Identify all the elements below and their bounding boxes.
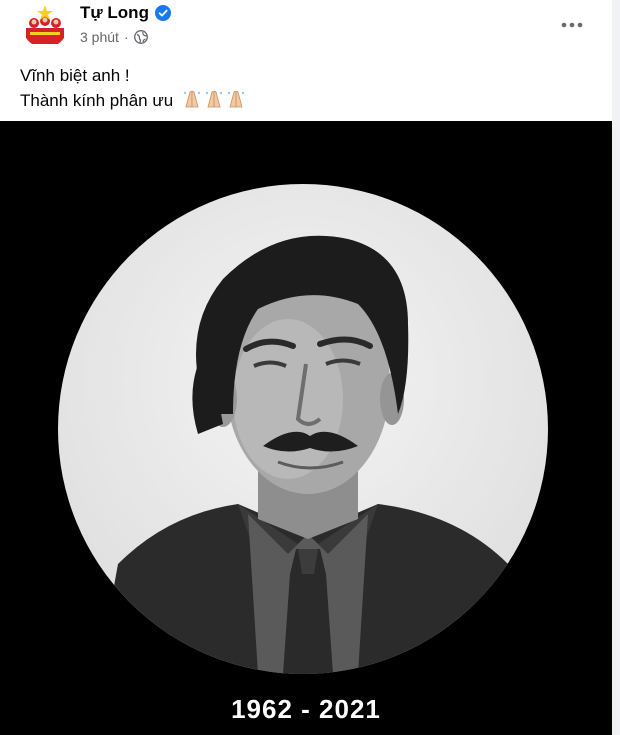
avatar-image (22, 2, 68, 48)
post-photo[interactable]: 1962 - 2021 (0, 121, 612, 735)
meta-separator: · (123, 29, 129, 45)
author-row: Tự Long (80, 3, 171, 23)
post-header: Tự Long 3 phút · (0, 0, 612, 60)
post-timestamp[interactable]: 3 phút (80, 29, 119, 45)
caption-line-2: Thành kính phân ưu (20, 88, 590, 116)
author-avatar[interactable] (22, 2, 68, 48)
globe-icon[interactable] (133, 30, 148, 44)
feed-gutter (612, 0, 620, 735)
author-name[interactable]: Tự Long (80, 3, 149, 23)
more-options-icon[interactable] (557, 10, 587, 40)
caption-line: Vĩnh biệt anh ! (20, 66, 130, 85)
memorial-portrait (58, 184, 548, 674)
caption-line-text: Thành kính phân ưu (20, 91, 174, 110)
feed-post: Tự Long 3 phút · Vĩnh biệt anh ! Thành k… (0, 0, 613, 735)
folded-hands-icon (181, 89, 247, 116)
post-caption: Vĩnh biệt anh ! Thành kính phân ưu (20, 63, 590, 116)
memorial-years: 1962 - 2021 (231, 694, 381, 724)
verified-badge-icon (154, 5, 171, 21)
post-meta: 3 phút · (80, 29, 148, 45)
